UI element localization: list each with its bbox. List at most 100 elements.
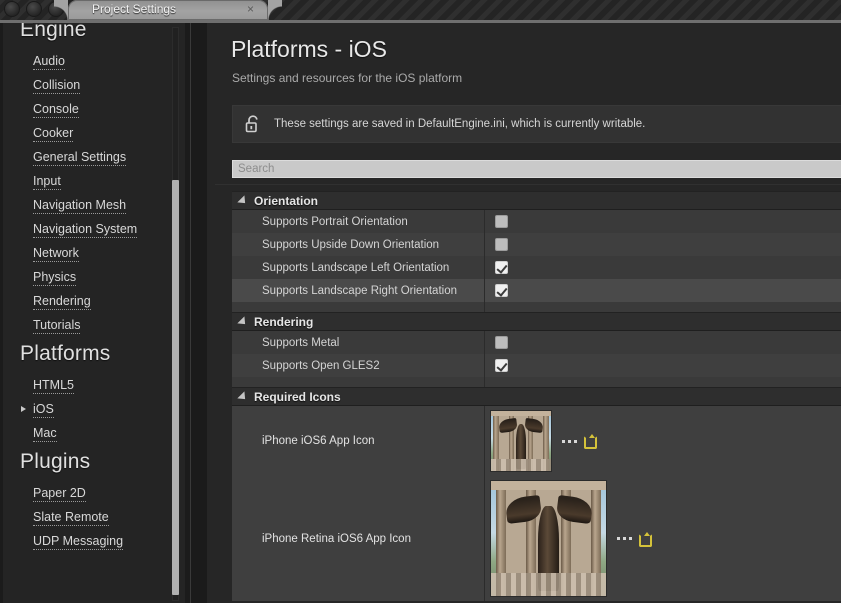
sidebar-item-navigation-system[interactable]: Navigation System [3, 217, 173, 241]
icon-property-row[interactable]: iPhone iOS6 App Icon [232, 406, 841, 476]
sidebar-item-label: Rendering [33, 294, 91, 310]
property-row[interactable]: Supports Landscape Left Orientation [232, 256, 841, 279]
sidebar-item-label: General Settings [33, 150, 126, 166]
sidebar-list: EngineAudio Collision Console Cooker General… [3, 23, 173, 553]
search-input[interactable]: Search [232, 160, 841, 178]
project-settings-window: Project Settings × EngineAudio Collision C… [0, 0, 841, 603]
expander-triangle-icon[interactable] [237, 316, 248, 327]
sidebar-item-label: Network [33, 246, 79, 262]
category-label: Required Icons [254, 390, 341, 404]
property-row[interactable]: Supports Portrait Orientation [232, 210, 841, 233]
sidebar-item-label: Cooker [33, 126, 73, 142]
sidebar-item-physics[interactable]: Physics [3, 265, 173, 289]
settings-detail-panel: Platforms - iOS Settings and resources f… [207, 23, 841, 603]
icon-property-row[interactable]: iPhone Retina iOS6 App Icon [232, 476, 841, 601]
checkbox-checked[interactable] [495, 261, 508, 274]
expander-triangle-icon[interactable] [237, 195, 248, 206]
sidebar-item-label: Slate Remote [33, 510, 109, 526]
sidebar-item-tutorials[interactable]: Tutorials [3, 313, 173, 337]
sidebar-item-label: Navigation Mesh [33, 198, 126, 214]
sidebar-item-mac[interactable]: Mac [3, 421, 173, 445]
sidebar-item-label: iOS [33, 402, 54, 418]
sidebar-item-label: Console [33, 102, 79, 118]
ellipsis-icon[interactable] [617, 537, 632, 540]
window-body: EngineAudio Collision Console Cooker General… [0, 23, 841, 603]
checkbox-checked[interactable] [495, 359, 508, 372]
tab-left-edge [54, 0, 68, 20]
expander-triangle-icon[interactable] [237, 391, 248, 402]
sidebar-item-audio[interactable]: Audio [3, 49, 173, 73]
checkbox-checked[interactable] [495, 284, 508, 297]
window-control-dot-1[interactable] [4, 1, 20, 17]
sidebar-item-udp-messaging[interactable]: UDP Messaging [3, 529, 173, 553]
sidebar-item-label: UDP Messaging [33, 534, 123, 550]
app-icon-thumbnail[interactable] [490, 410, 552, 472]
category-label: Orientation [254, 194, 318, 208]
property-row[interactable]: Supports Open GLES2 [232, 354, 841, 377]
property-row[interactable]: Supports Upside Down Orientation [232, 233, 841, 256]
sidebar-item-paper-2d[interactable]: Paper 2D [3, 481, 173, 505]
sidebar-item-network[interactable]: Network [3, 241, 173, 265]
sidebar-group-engine: Engine [3, 23, 173, 49]
panel-splitter[interactable] [190, 23, 191, 603]
window-control-dot-2[interactable] [26, 1, 42, 17]
sidebar-item-label: Tutorials [33, 318, 80, 334]
window-tab-bar: Project Settings × [0, 0, 841, 20]
property-row[interactable]: Supports Metal [232, 331, 841, 354]
category-header-required-icons[interactable]: Required Icons [232, 387, 841, 406]
sidebar-item-label: Physics [33, 270, 76, 286]
property-tree: Orientation Supports Portrait Orientation… [232, 191, 841, 603]
sidebar-item-label: Navigation System [33, 222, 137, 238]
close-icon[interactable]: × [247, 2, 254, 16]
reset-arrow-icon[interactable] [583, 435, 595, 447]
page-title: Platforms - iOS [231, 36, 387, 63]
ellipsis-icon[interactable] [562, 440, 577, 443]
sidebar-item-collision[interactable]: Collision [3, 73, 173, 97]
category-body: Supports Portrait Orientation Supports Up… [232, 210, 841, 312]
category-header-orientation[interactable]: Orientation [232, 191, 841, 210]
reset-arrow-icon[interactable] [638, 533, 650, 545]
icon-category-body: iPhone iOS6 App Icon iPhone Retina iOS6 A… [232, 406, 841, 601]
sidebar-item-label: HTML5 [33, 378, 74, 394]
tab-project-settings[interactable]: Project Settings × [68, 0, 268, 20]
sidebar-item-label: Input [33, 174, 61, 190]
app-icon-thumbnail[interactable] [490, 480, 607, 597]
tab-right-edge [268, 0, 282, 20]
property-row[interactable]: Supports Landscape Right Orientation [232, 279, 841, 302]
property-label: Supports Open GLES2 [232, 360, 484, 372]
sidebar-group-plugins: Plugins [3, 445, 173, 481]
category-header-rendering[interactable]: Rendering [232, 312, 841, 331]
sidebar-scrollbar-thumb[interactable] [172, 180, 179, 595]
category-bottom-padding [232, 302, 841, 312]
sidebar-item-slate-remote[interactable]: Slate Remote [3, 505, 173, 529]
sidebar-item-ios[interactable]: iOS [3, 397, 173, 421]
sidebar-item-general-settings[interactable]: General Settings [3, 145, 173, 169]
sidebar-item-html5[interactable]: HTML5 [3, 373, 173, 397]
sidebar-item-label: Collision [33, 78, 80, 94]
search-divider [215, 184, 841, 185]
sidebar-group-platforms: Platforms [3, 337, 173, 373]
category-label: Rendering [254, 315, 313, 329]
sidebar-item-navigation-mesh[interactable]: Navigation Mesh [3, 193, 173, 217]
chevron-right-icon[interactable] [21, 406, 26, 412]
sidebar-item-input[interactable]: Input [3, 169, 173, 193]
sidebar-item-cooker[interactable]: Cooker [3, 121, 173, 145]
property-label: Supports Portrait Orientation [232, 216, 484, 228]
checkbox-unchecked[interactable] [495, 238, 508, 251]
sidebar-item-console[interactable]: Console [3, 97, 173, 121]
icon-property-label: iPhone iOS6 App Icon [232, 435, 484, 447]
checkbox-unchecked[interactable] [495, 336, 508, 349]
page-subtitle: Settings and resources for the iOS platf… [232, 71, 462, 85]
settings-category-sidebar[interactable]: EngineAudio Collision Console Cooker General… [3, 23, 185, 603]
sidebar-item-rendering[interactable]: Rendering [3, 289, 173, 313]
property-value [484, 215, 508, 228]
search-placeholder: Search [238, 163, 274, 175]
category-body: Supports Metal Supports Open GLES2 [232, 331, 841, 387]
property-label: Supports Landscape Left Orientation [232, 262, 484, 274]
icon-property-controls [484, 480, 650, 597]
unlocked-padlock-icon [244, 114, 262, 134]
category-bottom-padding [232, 377, 841, 387]
icon-property-label: iPhone Retina iOS6 App Icon [232, 533, 484, 545]
checkbox-unchecked[interactable] [495, 215, 508, 228]
property-label: Supports Upside Down Orientation [232, 239, 484, 251]
